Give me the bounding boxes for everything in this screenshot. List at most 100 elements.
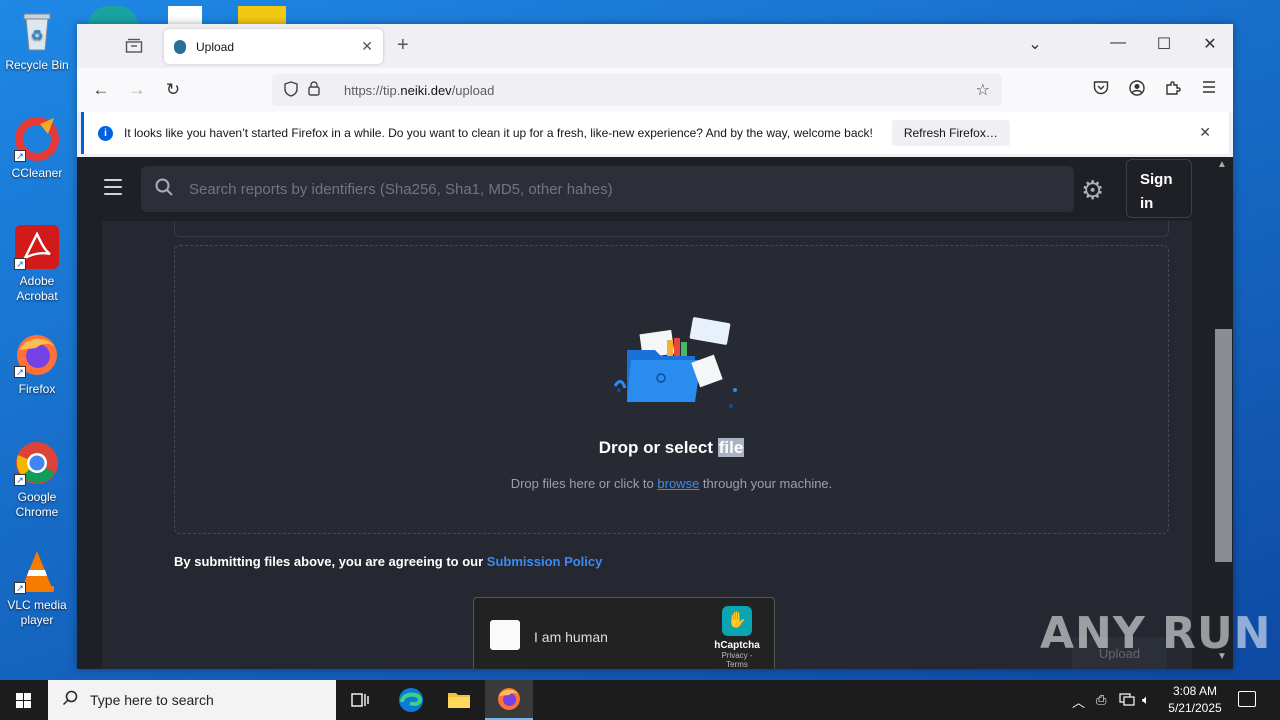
dropzone-title: Drop or select file [598,438,745,457]
site-header: ⚙ Sign in [77,157,1233,221]
network-icon[interactable] [1119,692,1135,709]
firefox-taskbar-icon[interactable] [485,680,533,720]
ccleaner-icon: ↗ [14,116,60,162]
anyrun-watermark: ANY RUN [1040,608,1272,659]
notification-message: It looks like you haven’t started Firefo… [124,126,873,140]
desktop-icon-label: Recycle Bin [5,58,69,72]
document-desktop-icon[interactable] [168,6,202,26]
notification-center-icon[interactable] [1238,691,1256,707]
url-text[interactable]: https://tip.neiki.dev/upload [344,83,494,98]
recycle-bin-icon: ♻ [14,8,60,54]
tab-upload[interactable]: Upload ✕ [164,29,383,64]
close-window-button[interactable]: ✕ [1195,34,1225,54]
shortcut-arrow-icon: ↗ [14,474,26,486]
forward-button[interactable]: → [123,78,151,102]
captcha-label: I am human [534,629,608,645]
svg-text:♻: ♻ [31,27,44,43]
shield-icon[interactable] [284,80,308,100]
folder-illustration-icon [603,316,743,416]
info-icon: i [98,125,113,141]
volume-icon[interactable]: 🔈︎ [1142,692,1150,708]
back-button[interactable]: ← [87,78,115,102]
edge-taskbar-icon[interactable] [387,680,435,720]
nav-bar: ← → ↻ https://tip.neiki.dev/upload ☆ [77,68,1233,112]
desktop-icon-label: Firefox [18,382,56,396]
minimize-button[interactable]: — [1103,34,1133,52]
search-icon [155,178,179,201]
refresh-firefox-button[interactable]: Refresh Firefox… [891,120,1010,146]
edge-desktop-icon[interactable] [88,6,138,26]
desktop-icon-ccleaner[interactable]: ↗ CCleaner [4,116,70,181]
shortcut-arrow-icon: ↗ [14,366,26,378]
system-clock[interactable]: 3:08 AM 5/21/2025 [1160,683,1230,717]
clock-date: 5/21/2025 [1168,701,1222,715]
captcha-checkbox[interactable] [490,620,520,650]
account-icon[interactable] [1125,80,1149,101]
device-icon[interactable]: ⎙ [1096,692,1106,708]
desktop-icon-firefox[interactable]: ↗ Firefox [4,332,70,397]
taskbar: Type here to search ︿ ⎙ 🔈︎ 3:08 AM 5/21/… [0,680,1280,720]
report-search-box[interactable] [141,166,1074,212]
search-input[interactable] [189,180,1049,198]
file-dropzone[interactable]: Drop or select file Drop files here or c… [174,245,1169,534]
scrollbar-thumb[interactable] [1215,329,1232,562]
file-explorer-icon[interactable] [435,680,483,720]
firefox-icon: ↗ [14,332,60,378]
hcaptcha-logo: ✋ hCaptcha Privacy - Terms [712,606,762,669]
pocket-icon[interactable] [1089,80,1113,100]
maximize-button[interactable]: ☐ [1149,34,1179,54]
bookmark-star-icon[interactable]: ☆ [976,80,990,100]
desktop-icon-adobe-acrobat[interactable]: ↗ Adobe Acrobat [4,224,70,304]
desktop-icon-label: Adobe Acrobat [16,274,58,303]
content-panel: Drop or select file Drop files here or c… [102,157,1192,669]
submission-policy-text: By submitting files above, you are agree… [174,554,603,569]
tab-close-icon[interactable]: ✕ [361,38,373,55]
hcaptcha-brand: hCaptcha [714,640,760,651]
google-chrome-icon: ↗ [14,440,60,486]
firefox-view-icon[interactable] [125,38,143,54]
firefox-window: Upload ✕ + ⌄ — ☐ ✕ ← → ↻ https://tip.nei… [77,24,1233,669]
search-icon [62,690,78,711]
reload-button[interactable]: ↻ [159,78,187,102]
scroll-up-icon[interactable]: ▲ [1217,159,1227,170]
tab-bar: Upload ✕ + ⌄ — ☐ ✕ [77,24,1233,68]
hamburger-menu-icon[interactable] [104,179,122,200]
media-desktop-icon[interactable] [238,6,286,26]
extensions-icon[interactable] [1161,80,1185,101]
submission-policy-link[interactable]: Submission Policy [487,554,603,569]
browse-link[interactable]: browse [657,476,699,491]
list-all-tabs-icon[interactable]: ⌄ [1020,34,1050,54]
hcaptcha-widget: I am human ✋ hCaptcha Privacy - Terms [473,597,775,669]
tab-title: Upload [196,39,235,54]
desktop-icon-label: CCleaner [11,166,63,180]
taskbar-search-box[interactable]: Type here to search [48,680,336,720]
desktop-icon-recycle-bin[interactable]: ♻ Recycle Bin [4,8,70,73]
vlc-cone-icon: ↗ [14,548,60,594]
hcaptcha-terms-link[interactable]: Privacy - Terms [712,651,762,669]
url-bar[interactable]: https://tip.neiki.dev/upload ☆ [272,74,1002,106]
sign-in-button[interactable]: Sign in [1126,159,1192,218]
desktop-icon-google-chrome[interactable]: ↗ Google Chrome [4,440,70,520]
task-view-icon[interactable] [336,680,384,720]
show-hidden-icons-icon[interactable]: ︿ [1072,692,1085,711]
shortcut-arrow-icon: ↗ [14,582,26,594]
clock-time: 3:08 AM [1172,684,1218,698]
shortcut-arrow-icon: ↗ [14,150,26,162]
desktop-icon-label: VLC media player [7,598,67,627]
site-favicon-icon [174,39,186,54]
dropzone-subtitle: Drop files here or click to browse throu… [510,476,833,491]
lock-icon[interactable] [308,81,332,99]
refresh-notification-bar: i It looks like you haven’t started Fire… [81,112,1229,154]
page-scrollbar[interactable]: ▲ ▼ [1213,157,1233,669]
hcaptcha-hand-icon: ✋ [722,606,752,636]
menu-hamburger-icon[interactable] [1197,80,1221,99]
taskbar-search-placeholder: Type here to search [90,692,214,708]
desktop-icon-label: Google Chrome [15,490,59,519]
new-tab-button[interactable]: + [397,34,409,57]
notification-close-icon[interactable]: ✕ [1199,124,1211,141]
adobe-acrobat-icon: ↗ [14,224,60,270]
desktop-icon-vlc[interactable]: ↗ VLC media player [4,548,70,628]
web-page: Drop or select file Drop files here or c… [77,157,1233,669]
settings-gear-icon[interactable]: ⚙ [1081,175,1104,206]
start-button[interactable] [0,680,48,720]
